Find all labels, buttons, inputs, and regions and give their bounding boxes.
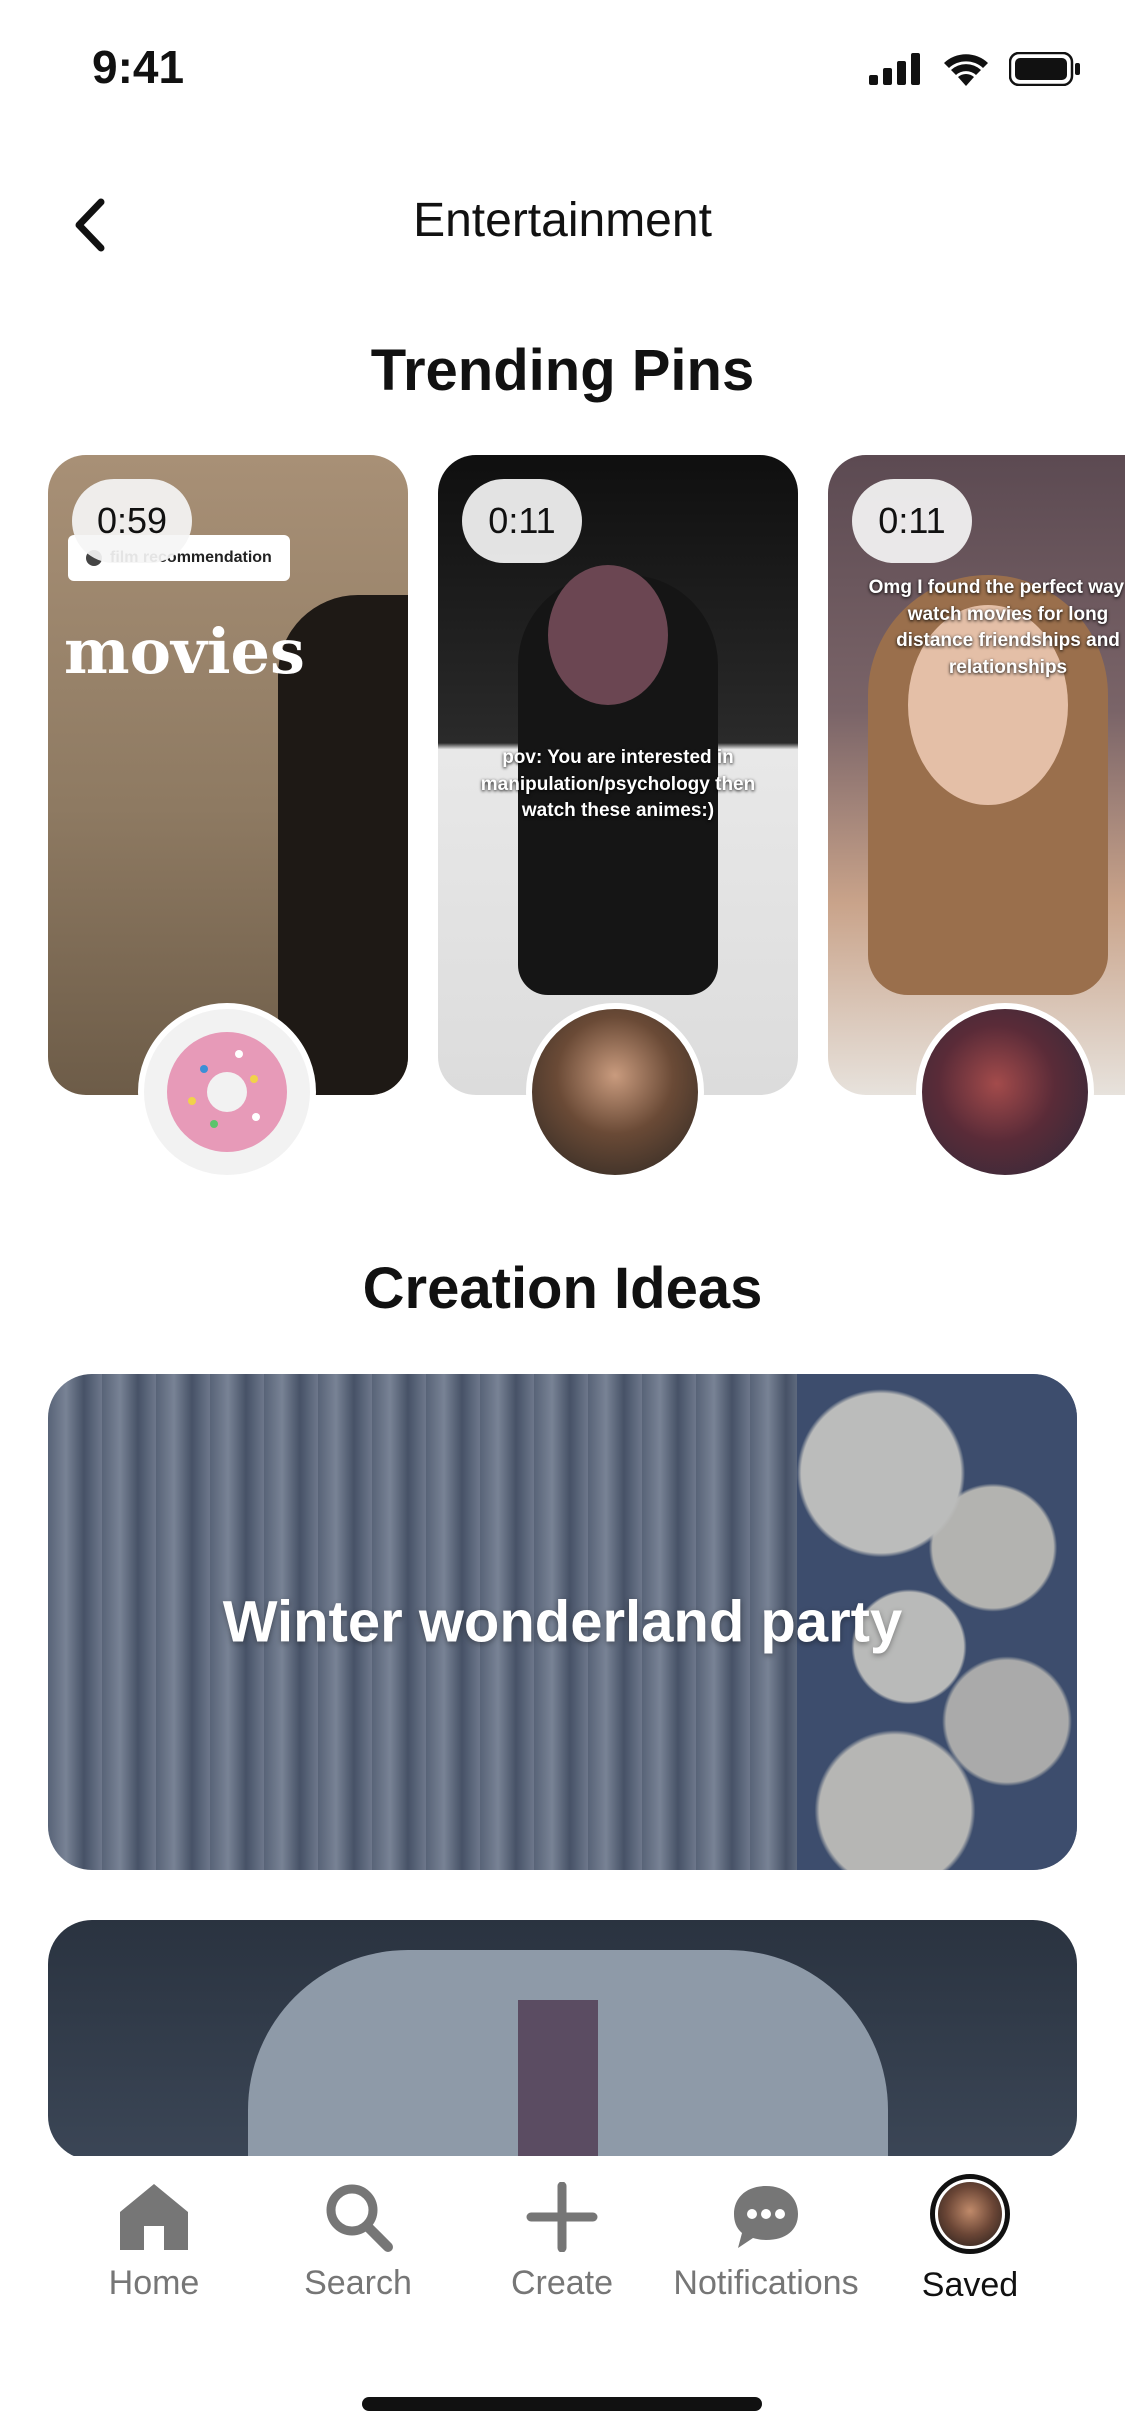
creation-idea-card[interactable]: Winter wonderland party bbox=[48, 1374, 1077, 1870]
signal-icon bbox=[869, 53, 920, 85]
duration-badge: 0:59 bbox=[72, 479, 192, 563]
card-thumbnail-tie bbox=[518, 2000, 598, 2160]
duration-badge: 0:11 bbox=[462, 479, 582, 563]
nav-saved[interactable]: Saved bbox=[870, 2174, 1070, 2305]
app-screen: 9:41 Entertainment Trending Pins film re… bbox=[0, 0, 1125, 2436]
idea-label: Winter wonderland party bbox=[222, 1589, 903, 1655]
pin-thumbnail-head bbox=[548, 565, 668, 705]
plus-icon bbox=[526, 2182, 598, 2252]
wifi-icon bbox=[944, 54, 988, 86]
trending-pin[interactable]: pov: You are interested in manipulation/… bbox=[438, 455, 798, 1095]
pin-overlay-text: movies bbox=[64, 615, 305, 688]
nav-search[interactable]: Search bbox=[258, 2182, 458, 2303]
search-icon bbox=[326, 2184, 393, 2252]
pin-overlay-text: Omg I found the perfect way to watch mov… bbox=[868, 577, 1125, 678]
home-icon bbox=[120, 2184, 188, 2250]
creation-idea-card[interactable] bbox=[48, 1920, 1077, 2160]
battery-icon bbox=[1009, 52, 1080, 86]
page-title: Entertainment bbox=[413, 194, 712, 247]
profile-avatar bbox=[930, 2174, 1010, 2254]
nav-create[interactable]: Create bbox=[462, 2182, 662, 2303]
status-icons bbox=[869, 52, 1081, 86]
trending-section-title: Trending Pins bbox=[370, 338, 755, 403]
profile-avatar-image bbox=[938, 2182, 1002, 2246]
nav-notifications[interactable]: Notifications bbox=[666, 2182, 866, 2303]
creator-avatar[interactable] bbox=[916, 1003, 1094, 1181]
trending-pin[interactable]: film recommendation movies 0:59 bbox=[48, 455, 408, 1095]
pin-overlay-text: pov: You are interested in manipulation/… bbox=[480, 747, 756, 822]
nav-home[interactable]: Home bbox=[54, 2182, 254, 2303]
trending-pins-carousel[interactable]: film recommendation movies 0:59 pov: You… bbox=[48, 455, 1125, 1195]
home-indicator[interactable] bbox=[362, 2397, 762, 2411]
creator-avatar[interactable] bbox=[138, 1003, 316, 1181]
bottom-nav: Home Search Create Notifications Saved bbox=[0, 2156, 1125, 2436]
status-time: 9:41 bbox=[92, 41, 185, 93]
creation-section-title: Creation Ideas bbox=[362, 1256, 763, 1321]
donut-icon bbox=[167, 1032, 287, 1152]
trending-pin[interactable]: Omg I found the perfect way to watch mov… bbox=[828, 455, 1125, 1095]
duration-badge: 0:11 bbox=[852, 479, 972, 563]
chat-bubble-icon bbox=[734, 2186, 798, 2248]
creator-avatar[interactable] bbox=[526, 1003, 704, 1181]
